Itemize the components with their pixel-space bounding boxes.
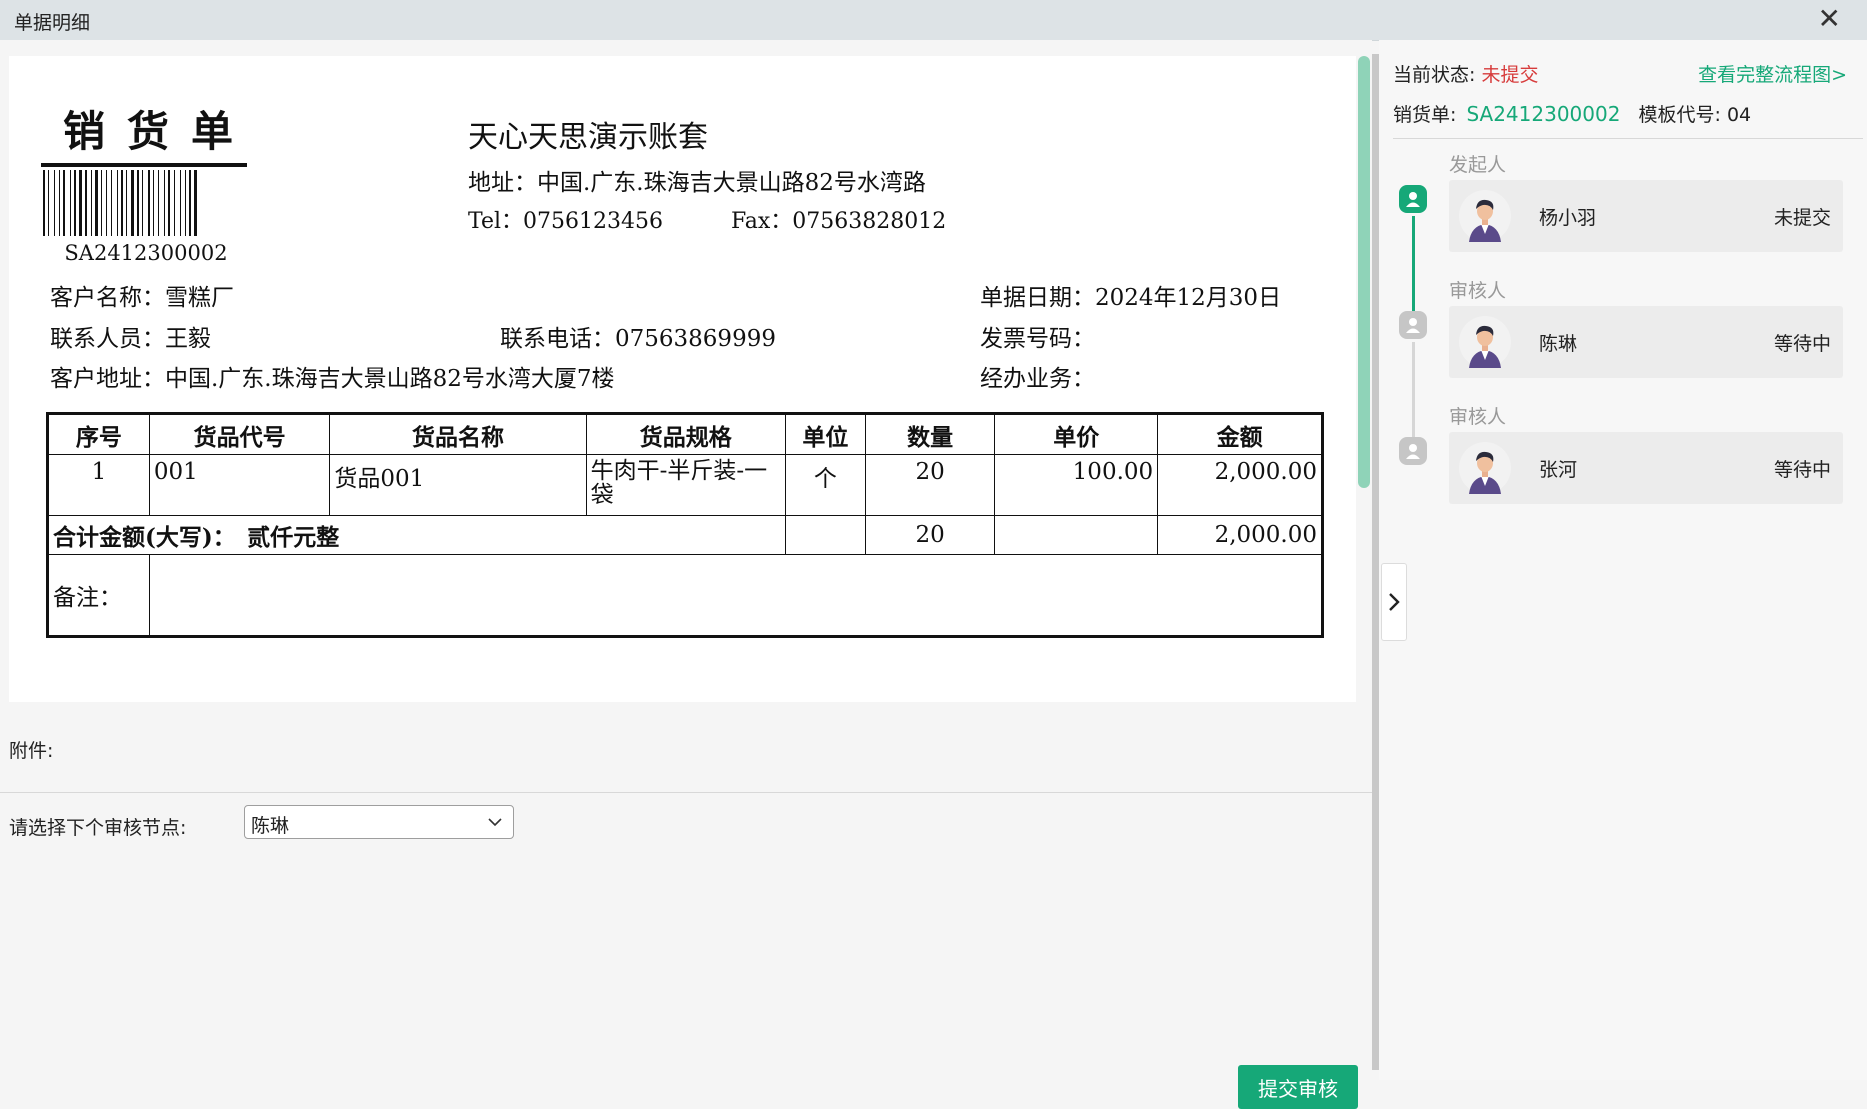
col-header: 货品规格 — [585, 413, 786, 455]
total-row: 合计金额(大写)： 贰仟元整 20 2,000.00 — [47, 515, 1323, 555]
remark-value — [148, 554, 1324, 637]
collapse-panel-button[interactable] — [1381, 563, 1407, 641]
items-table: 序号 货品代号 货品名称 货品规格 单位 数量 单价 金额 1 001 货品00… — [46, 412, 1324, 638]
chevron-right-icon — [1389, 593, 1400, 611]
status-value: 未提交 — [1481, 64, 1539, 86]
document-info: 销货单: SA2412300002 模板代号: 04 — [1393, 100, 1751, 127]
title-bar: 单据明细 ✕ — [0, 0, 1867, 41]
document-area: 销货单 SA2412300002 天心天思演示账套 地址：中国.广东.珠海吉大景… — [0, 40, 1372, 1109]
cell-spec: 牛肉干-半斤装-一袋 — [585, 454, 786, 516]
cell-qty: 20 — [864, 454, 996, 516]
timeline-dot-active — [1396, 182, 1430, 216]
cell-seq: 1 — [47, 454, 150, 516]
approver-state: 等待中 — [1773, 459, 1831, 481]
col-header: 金额 — [1157, 413, 1323, 455]
col-header: 单位 — [784, 413, 866, 455]
col-header: 数量 — [864, 413, 996, 455]
approver-card: 张河 等待中 — [1449, 432, 1843, 504]
col-header: 序号 — [47, 413, 150, 455]
node-role: 审核人 — [1449, 406, 1507, 428]
title-underline — [41, 163, 247, 167]
timeline-line — [1412, 342, 1415, 440]
cell-name: 货品001 — [329, 454, 587, 516]
user-icon — [1399, 185, 1427, 213]
scrollbar-thumb[interactable] — [1358, 56, 1370, 488]
company-address: 地址：中国.广东.珠海吉大景山路82号水湾路 — [468, 170, 926, 196]
document-date: 单据日期：2024年12月30日 — [980, 285, 1282, 311]
view-flow-link[interactable]: 查看完整流程图> — [1698, 60, 1847, 87]
doc-number: SA2412300002 — [1466, 102, 1621, 126]
cell-price: 100.00 — [994, 454, 1159, 516]
barcode-number: SA2412300002 — [64, 241, 228, 265]
cell-unit: 个 — [784, 454, 866, 516]
company-name: 天心天思演示账套 — [468, 120, 708, 155]
user-icon — [1399, 437, 1427, 465]
timeline-line — [1412, 216, 1415, 314]
panel-splitter[interactable] — [1372, 54, 1379, 1070]
table-header-row: 序号 货品代号 货品名称 货品规格 单位 数量 单价 金额 — [47, 413, 1323, 455]
close-icon[interactable]: ✕ — [1818, 4, 1841, 34]
approver-card: 杨小羽 未提交 — [1449, 180, 1843, 252]
total-qty: 20 — [864, 515, 996, 555]
remark-label: 备注： — [47, 554, 150, 637]
customer-name: 客户名称：雪糕厂 — [50, 285, 234, 311]
status-label: 当前状态: — [1393, 64, 1476, 86]
approver-name: 张河 — [1539, 459, 1578, 481]
contact-person: 联系人员：王毅 — [50, 326, 211, 352]
next-node-value: 陈琳 — [251, 815, 290, 837]
approver-name: 陈琳 — [1539, 333, 1578, 355]
timeline-dot — [1396, 434, 1430, 468]
col-header: 货品名称 — [329, 413, 587, 455]
barcode-image — [43, 170, 197, 236]
total-amount: 2,000.00 — [1157, 515, 1323, 555]
current-status: 当前状态: 未提交 — [1393, 60, 1538, 87]
window-title: 单据明细 — [14, 12, 91, 34]
avatar — [1459, 190, 1511, 242]
contact-phone: 联系电话：07563869999 — [500, 326, 776, 352]
col-header: 货品代号 — [148, 413, 331, 455]
cell-amount: 2,000.00 — [1157, 454, 1323, 516]
divider — [0, 792, 1372, 793]
node-role: 审核人 — [1449, 280, 1507, 302]
invoice-number: 发票号码： — [980, 326, 1095, 352]
next-node-select[interactable]: 陈琳 — [244, 805, 514, 839]
node-role: 发起人 — [1449, 154, 1507, 176]
doc-type-label: 销货单: — [1393, 104, 1457, 126]
avatar — [1459, 316, 1511, 368]
approver-name: 杨小羽 — [1539, 207, 1597, 229]
next-node-label: 请选择下个审核节点: — [9, 817, 187, 839]
cell-code: 001 — [148, 454, 331, 516]
divider — [1393, 138, 1863, 139]
submit-review-button[interactable]: 提交审核 — [1238, 1065, 1358, 1109]
chevron-down-icon — [488, 818, 502, 827]
company-fax: Fax：07563828012 — [731, 209, 947, 234]
total-amount-words: 合计金额(大写)： 贰仟元整 — [47, 515, 786, 555]
user-icon — [1399, 311, 1427, 339]
company-tel: Tel：0756123456 — [468, 209, 663, 234]
approval-panel: 当前状态: 未提交 查看完整流程图> 销货单: SA2412300002 模板代… — [1379, 40, 1867, 1080]
document-paper: 销货单 SA2412300002 天心天思演示账套 地址：中国.广东.珠海吉大景… — [9, 56, 1356, 702]
remark-row: 备注： — [47, 554, 1324, 637]
template-label: 模板代号: — [1638, 104, 1721, 126]
document-title: 销货单 — [63, 107, 256, 156]
total-price-cell — [994, 515, 1159, 555]
approver-state: 未提交 — [1773, 207, 1831, 229]
handler: 经办业务： — [980, 366, 1095, 392]
avatar — [1459, 442, 1511, 494]
total-unit-cell — [784, 515, 866, 555]
template-number: 04 — [1726, 104, 1752, 126]
timeline-dot — [1396, 308, 1430, 342]
col-header: 单价 — [994, 413, 1159, 455]
approver-state: 等待中 — [1773, 333, 1831, 355]
table-row: 1 001 货品001 牛肉干-半斤装-一袋 个 20 100.00 2,000… — [47, 454, 1323, 516]
attachments-label: 附件: — [9, 740, 54, 762]
approver-card: 陈琳 等待中 — [1449, 306, 1843, 378]
customer-address: 客户地址：中国.广东.珠海吉大景山路82号水湾大厦7楼 — [50, 366, 615, 392]
